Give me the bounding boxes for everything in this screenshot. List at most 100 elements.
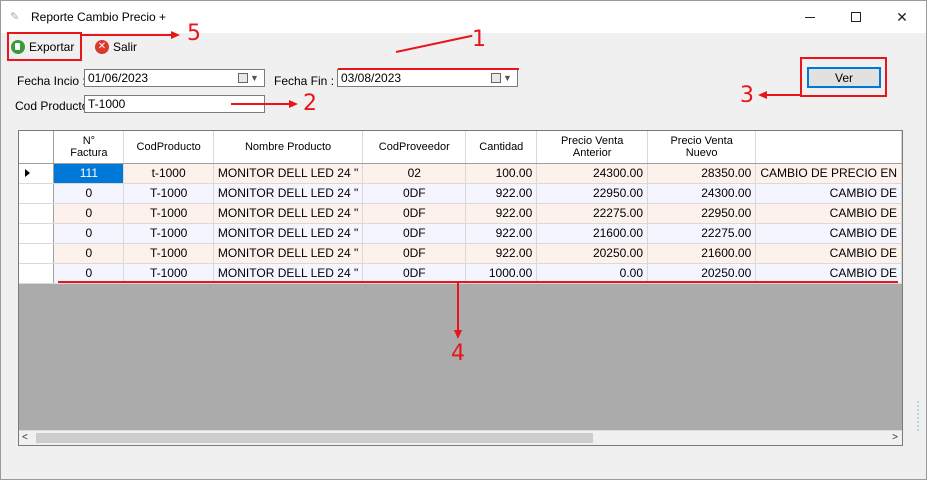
table-cell[interactable]: CAMBIO DE bbox=[755, 183, 902, 204]
column-header[interactable]: N° Factura bbox=[53, 131, 125, 164]
table-row[interactable]: 0 T-1000 MONITOR DELL LED 24 " 0DF 922.00 216… bbox=[19, 223, 902, 244]
export-label: Exportar bbox=[29, 39, 75, 54]
table-row[interactable]: 0 T-1000 MONITOR DELL LED 24 " 0DF 922.00 229… bbox=[19, 183, 902, 204]
column-header[interactable]: Nombre Producto bbox=[213, 131, 364, 164]
table-cell[interactable]: 0 bbox=[53, 263, 125, 284]
calendar-icon bbox=[238, 73, 248, 83]
table-cell[interactable]: 0DF bbox=[362, 203, 467, 224]
table-cell[interactable]: CAMBIO DE bbox=[755, 263, 902, 284]
start-date-dropdown[interactable]: ▼ bbox=[238, 71, 262, 85]
column-header[interactable]: CodProveedor bbox=[362, 131, 467, 164]
column-header[interactable]: Cantidad bbox=[465, 131, 538, 164]
end-date-dropdown[interactable]: ▼ bbox=[491, 71, 515, 85]
table-cell[interactable]: T-1000 bbox=[123, 263, 214, 284]
table-cell[interactable]: 0 bbox=[53, 243, 125, 264]
table-cell[interactable]: 22275.00 bbox=[536, 203, 648, 224]
row-header[interactable] bbox=[19, 163, 55, 184]
product-code-input[interactable]: T-1000 bbox=[84, 95, 265, 113]
exit-button[interactable]: ✕ Salir bbox=[95, 39, 137, 54]
table-row[interactable]: 0 T-1000 MONITOR DELL LED 24 " 0DF 922.00 222… bbox=[19, 203, 902, 224]
table-cell[interactable]: 922.00 bbox=[465, 243, 538, 264]
exit-label: Salir bbox=[113, 39, 138, 54]
current-row-icon bbox=[25, 169, 30, 177]
chevron-down-icon: ▼ bbox=[503, 72, 512, 83]
table-cell[interactable]: t-1000 bbox=[123, 163, 214, 184]
table-row[interactable]: 0 T-1000 MONITOR DELL LED 24 " 0DF 1000.00 0.… bbox=[19, 263, 902, 284]
row-header[interactable] bbox=[19, 183, 55, 204]
table-cell[interactable]: 20250.00 bbox=[647, 263, 757, 284]
row-header[interactable] bbox=[19, 263, 55, 284]
annotation-number-2: 2 bbox=[303, 91, 317, 116]
table-cell[interactable]: 0.00 bbox=[536, 263, 648, 284]
column-header[interactable]: Precio Venta Nuevo bbox=[647, 131, 757, 164]
table-cell[interactable]: 24300.00 bbox=[536, 163, 648, 184]
table-cell[interactable]: 0DF bbox=[362, 263, 467, 284]
table-cell[interactable]: 1000.00 bbox=[465, 263, 538, 284]
table-cell[interactable]: 111 bbox=[53, 163, 125, 184]
table-cell[interactable]: CAMBIO DE bbox=[755, 243, 902, 264]
table-cell[interactable]: 0DF bbox=[362, 223, 467, 244]
table-cell[interactable]: 922.00 bbox=[465, 183, 538, 204]
column-header[interactable]: CodProducto bbox=[123, 131, 214, 164]
column-header[interactable]: Precio Venta Anterior bbox=[536, 131, 648, 164]
table-cell[interactable]: 22950.00 bbox=[536, 183, 648, 204]
table-cell[interactable]: 922.00 bbox=[465, 223, 538, 244]
table-cell[interactable]: 0DF bbox=[362, 183, 467, 204]
table-cell[interactable]: MONITOR DELL LED 24 " bbox=[213, 263, 364, 284]
decorative-edge-mark bbox=[917, 401, 925, 431]
annotation-number-3: 3 bbox=[740, 83, 754, 108]
table-cell[interactable]: CAMBIO DE bbox=[755, 203, 902, 224]
table-cell[interactable]: 22275.00 bbox=[647, 223, 757, 244]
table-row[interactable]: 0 T-1000 MONITOR DELL LED 24 " 0DF 922.00 202… bbox=[19, 243, 902, 264]
table-cell[interactable]: MONITOR DELL LED 24 " bbox=[213, 243, 364, 264]
table-cell[interactable]: T-1000 bbox=[123, 203, 214, 224]
end-date-picker[interactable]: 03/08/2023 ▼ bbox=[337, 69, 518, 87]
column-header[interactable] bbox=[755, 131, 902, 164]
table-cell[interactable]: T-1000 bbox=[123, 223, 214, 244]
minimize-button[interactable] bbox=[787, 1, 833, 33]
table-cell[interactable]: 21600.00 bbox=[536, 223, 648, 244]
horizontal-scrollbar[interactable]: < > bbox=[19, 430, 902, 445]
table-cell[interactable]: 24300.00 bbox=[647, 183, 757, 204]
table-cell[interactable]: 0 bbox=[53, 203, 125, 224]
table-cell[interactable]: 28350.00 bbox=[647, 163, 757, 184]
table-cell[interactable]: 0 bbox=[53, 183, 125, 204]
scroll-thumb[interactable] bbox=[36, 433, 593, 443]
export-button[interactable]: Exportar bbox=[11, 39, 74, 54]
minimize-icon bbox=[805, 16, 815, 18]
table-cell[interactable]: 100.00 bbox=[465, 163, 538, 184]
end-date-value: 03/08/2023 bbox=[341, 71, 402, 85]
table-cell[interactable]: 22950.00 bbox=[647, 203, 757, 224]
results-grid[interactable]: N° Factura CodProducto Nombre Producto CodPr… bbox=[18, 130, 903, 446]
row-header[interactable] bbox=[19, 203, 55, 224]
table-cell[interactable]: 0 bbox=[53, 223, 125, 244]
start-date-picker[interactable]: 01/06/2023 ▼ bbox=[84, 69, 265, 87]
view-button[interactable]: Ver bbox=[807, 67, 881, 88]
table-cell[interactable]: CAMBIO DE bbox=[755, 223, 902, 244]
table-cell[interactable]: MONITOR DELL LED 24 " bbox=[213, 183, 364, 204]
table-cell[interactable]: 922.00 bbox=[465, 203, 538, 224]
table-cell[interactable]: T-1000 bbox=[123, 243, 214, 264]
table-cell[interactable]: MONITOR DELL LED 24 " bbox=[213, 163, 364, 184]
scroll-right-icon[interactable]: > bbox=[892, 432, 898, 443]
close-button[interactable]: ✕ bbox=[879, 1, 925, 33]
table-cell[interactable]: 02 bbox=[362, 163, 467, 184]
table-cell[interactable]: 0DF bbox=[362, 243, 467, 264]
table-cell[interactable]: MONITOR DELL LED 24 " bbox=[213, 223, 364, 244]
row-header[interactable] bbox=[19, 243, 55, 264]
title-bar: ✎ Reporte Cambio Precio + ✕ bbox=[1, 1, 926, 33]
row-header[interactable] bbox=[19, 223, 55, 244]
maximize-button[interactable] bbox=[833, 1, 879, 33]
table-row[interactable]: 111 t-1000 MONITOR DELL LED 24 " 02 100.00 24… bbox=[19, 163, 902, 184]
table-cell[interactable]: 20250.00 bbox=[536, 243, 648, 264]
table-cell[interactable]: MONITOR DELL LED 24 " bbox=[213, 203, 364, 224]
table-cell[interactable]: T-1000 bbox=[123, 183, 214, 204]
scroll-left-icon[interactable]: < bbox=[22, 432, 28, 443]
header-row: N° Factura CodProducto Nombre Producto CodPr… bbox=[19, 131, 902, 164]
app-icon: ✎ bbox=[10, 11, 20, 23]
table-cell[interactable]: CAMBIO DE PRECIO EN bbox=[755, 163, 902, 184]
calendar-icon bbox=[491, 73, 501, 83]
start-date-value: 01/06/2023 bbox=[88, 71, 149, 85]
export-icon bbox=[11, 39, 25, 54]
table-cell[interactable]: 21600.00 bbox=[647, 243, 757, 264]
